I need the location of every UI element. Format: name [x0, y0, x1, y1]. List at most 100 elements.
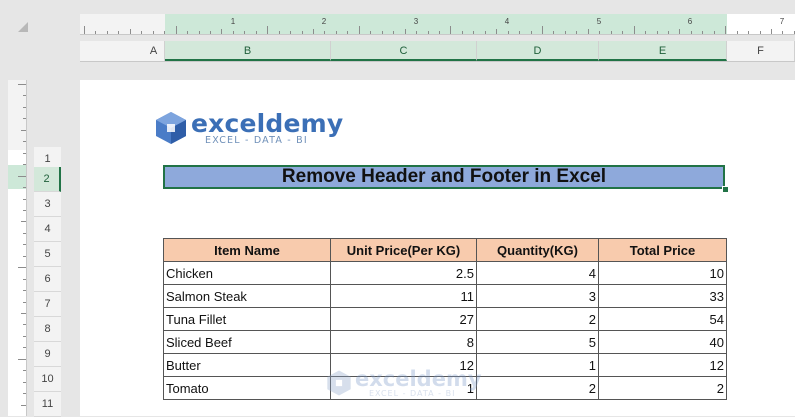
ruler-tick	[209, 31, 211, 34]
ruler-tick	[23, 381, 26, 383]
ruler-number: 2	[321, 17, 327, 26]
ruler-tick	[564, 31, 566, 34]
ruler-tick	[244, 31, 246, 34]
ruler-tick	[84, 26, 85, 34]
ruler-tick	[370, 31, 372, 34]
ruler-tick	[21, 404, 26, 406]
column-header-c[interactable]: C	[331, 41, 477, 61]
ruler-tick	[23, 209, 26, 211]
ruler-tick	[23, 198, 26, 200]
row-header[interactable]: 8	[34, 317, 61, 342]
ruler-tick	[519, 31, 521, 34]
ruler-tick	[23, 301, 26, 303]
cell-total-price[interactable]: 54	[598, 307, 727, 331]
cell-total-price[interactable]: 2	[598, 376, 727, 400]
ruler-tick	[461, 31, 463, 34]
column-header-b[interactable]: B	[165, 41, 331, 61]
ruler-number: 4	[504, 17, 510, 26]
ruler-tick	[18, 267, 26, 269]
ruler-tick	[313, 29, 314, 34]
column-header-f[interactable]: F	[727, 41, 795, 61]
row-header[interactable]: 11	[34, 392, 61, 417]
ruler-tick	[23, 347, 26, 349]
ruler-tick	[530, 31, 532, 34]
ruler-tick	[771, 29, 772, 34]
column-header-d[interactable]: D	[477, 41, 599, 61]
header-unit-price[interactable]: Unit Price(Per KG)	[330, 238, 477, 262]
row-header[interactable]: 2	[34, 167, 61, 192]
ruler-tick	[23, 335, 26, 337]
select-all-corner[interactable]	[18, 22, 28, 32]
cell-unit-price[interactable]: 2.5	[330, 261, 477, 285]
row-header[interactable]: 3	[34, 192, 61, 217]
cell-quantity[interactable]: 2	[476, 376, 599, 400]
cell-unit-price[interactable]: 12	[330, 353, 477, 377]
column-header-e[interactable]: E	[599, 41, 727, 61]
row-header[interactable]: 10	[34, 367, 61, 392]
ruler-tick	[748, 31, 750, 34]
header-quantity[interactable]: Quantity(KG)	[476, 238, 599, 262]
cell-quantity[interactable]: 2	[476, 307, 599, 331]
row-header[interactable]: 6	[34, 267, 61, 292]
ruler-tick	[553, 31, 555, 34]
row-header[interactable]: 4	[34, 217, 61, 242]
logo-tagline: EXCEL - DATA - BI	[205, 135, 308, 146]
ruler-tick	[21, 313, 26, 314]
cell-quantity[interactable]: 4	[476, 261, 599, 285]
ruler-tick	[335, 31, 337, 34]
column-header-a[interactable]: A	[143, 41, 165, 61]
row-header[interactable]: 5	[34, 242, 61, 267]
ruler-tick	[18, 358, 26, 360]
ruler-tick	[324, 31, 326, 34]
header-total-price[interactable]: Total Price	[598, 238, 727, 262]
ruler-tick	[702, 31, 704, 34]
cell-unit-price[interactable]: 1	[330, 376, 477, 400]
ruler-tick	[690, 31, 692, 34]
cell-item-name[interactable]: Tomato	[163, 376, 331, 400]
ruler-tick	[23, 152, 26, 154]
ruler-tick	[473, 31, 475, 34]
vertical-ruler[interactable]	[8, 80, 27, 416]
ruler-tick	[496, 29, 498, 34]
ruler-tick	[23, 324, 26, 326]
ruler-tick	[759, 31, 761, 34]
ruler-tick	[164, 31, 166, 34]
ruler-tick	[23, 370, 26, 372]
cell-total-price[interactable]: 12	[598, 353, 727, 377]
ruler-number: 5	[596, 17, 602, 26]
cell-total-price[interactable]: 10	[598, 261, 727, 285]
ruler-tick	[278, 31, 280, 34]
ruler-tick	[152, 31, 154, 34]
cell-quantity[interactable]: 3	[476, 284, 599, 308]
ruler-tick	[23, 290, 26, 292]
column-header-bar: A B C D E F	[80, 41, 795, 62]
cell-quantity[interactable]: 1	[476, 353, 599, 377]
ruler-tick	[438, 31, 440, 34]
cell-item-name[interactable]: Butter	[163, 353, 331, 377]
horizontal-ruler[interactable]: 1 2 3 4 5 6 7	[80, 14, 795, 35]
row-header[interactable]: 7	[34, 292, 61, 317]
ruler-tick	[23, 106, 26, 108]
cell-item-name[interactable]: Salmon Steak	[163, 284, 331, 308]
ruler-tick	[23, 393, 26, 395]
cell-unit-price[interactable]: 27	[330, 307, 477, 331]
cell-unit-price[interactable]: 11	[330, 284, 477, 308]
cell-item-name[interactable]: Sliced Beef	[163, 330, 331, 354]
ruler-tick	[416, 31, 418, 34]
ruler-tick	[736, 31, 738, 34]
cell-item-name[interactable]: Chicken	[163, 261, 331, 285]
fill-handle[interactable]	[722, 186, 729, 193]
cell-quantity[interactable]: 5	[476, 330, 599, 354]
ruler-tick	[221, 29, 223, 34]
title-cell[interactable]: Remove Header and Footer in Excel	[163, 165, 725, 189]
row-header[interactable]: 9	[34, 342, 61, 367]
ruler-tick	[23, 95, 26, 97]
cell-item-name[interactable]: Tuna Fillet	[163, 307, 331, 331]
ruler-tick	[18, 84, 26, 85]
cell-total-price[interactable]: 33	[598, 284, 727, 308]
cell-unit-price[interactable]: 8	[330, 330, 477, 354]
cell-total-price[interactable]: 40	[598, 330, 727, 354]
ruler-tick	[255, 31, 257, 34]
ruler-tick	[404, 29, 406, 34]
header-item-name[interactable]: Item Name	[163, 238, 331, 262]
